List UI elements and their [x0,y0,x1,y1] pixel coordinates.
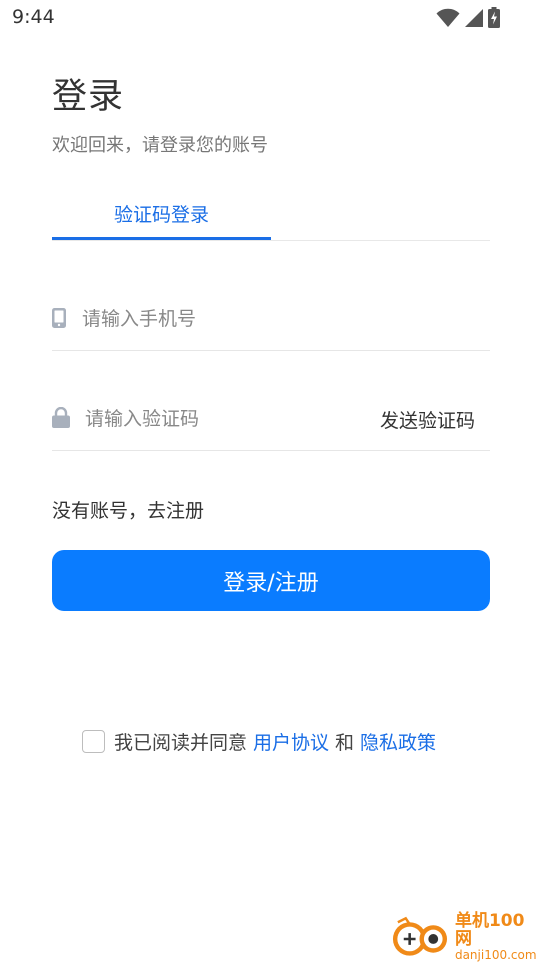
page-title: 登录 [52,77,125,117]
signal-icon [465,8,483,27]
status-icons [436,7,500,28]
register-link[interactable]: 没有账号，去注册 [52,496,204,523]
agreement-conjunction: 和 [335,732,355,754]
phone-icon [52,308,66,328]
agree-checkbox[interactable] [82,730,105,753]
watermark: 单机100网 danji100.com [390,911,540,962]
wifi-icon [436,8,460,27]
user-agreement-link[interactable]: 用户协议 [253,728,329,755]
watermark-logo-icon [392,916,448,956]
code-field-row: 发送验证码 [52,351,490,451]
battery-charging-icon [488,7,500,28]
tab-divider [52,240,490,241]
watermark-domain: danji100.com [454,947,537,962]
watermark-brand: 单机100网 [454,911,525,949]
send-code-button[interactable]: 发送验证码 [380,406,475,433]
agreement-prefix: 我已阅读并同意 [114,732,248,754]
phone-field-row [52,251,490,351]
login-register-button[interactable]: 登录/注册 [52,550,490,611]
phone-input[interactable] [82,306,462,332]
lock-icon [52,407,70,428]
privacy-policy-link[interactable]: 隐私政策 [360,728,436,755]
tab-code-login[interactable]: 验证码登录 [52,200,271,227]
code-input[interactable] [85,406,355,432]
watermark-text: 单机100网 danji100.com [454,911,540,962]
agreement-row: 我已阅读并同意 用户协议 和 隐私政策 [82,728,436,755]
page-subtitle: 欢迎回来，请登录您的账号 [52,135,268,156]
status-time: 9:44 [12,6,55,28]
